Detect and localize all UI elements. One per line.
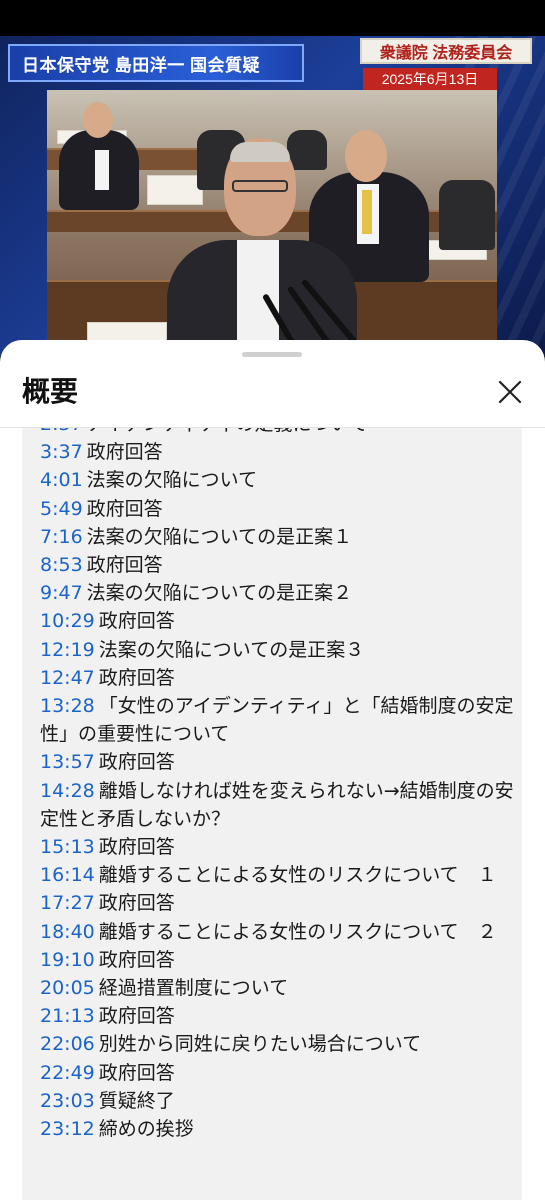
- speaker-shirt: [237, 240, 279, 350]
- speaker-hair: [230, 142, 290, 162]
- chapter-item: 23:03 質疑終了: [40, 1087, 516, 1115]
- chapter-title: 経過措置制度について: [98, 977, 289, 1000]
- chapter-item: 15:13 政府回答: [40, 833, 516, 861]
- chapter-title: 政府回答: [98, 892, 175, 915]
- chapter-item: 21:13 政府回答: [40, 1002, 516, 1030]
- chapter-item: 22:06 別姓から同姓に戻りたい場合について: [40, 1030, 516, 1058]
- chapter-title: 政府回答: [98, 751, 175, 774]
- chapter-title: 締めの挨拶: [98, 1118, 194, 1141]
- chapter-timestamp-link[interactable]: 9:47: [40, 582, 83, 604]
- chapter-timestamp-link[interactable]: 12:47: [40, 667, 95, 689]
- chapter-title: 政府回答: [98, 1005, 175, 1028]
- chapter-item: 19:10 政府回答: [40, 946, 516, 974]
- paper: [87, 322, 167, 342]
- status-bar: [0, 0, 545, 36]
- chapter-timestamp-link[interactable]: 15:13: [40, 836, 95, 858]
- chapter-item: 20:05 経過措置制度について: [40, 974, 516, 1002]
- video-player[interactable]: 日本保守党 島田洋一 国会質疑 衆議院 法務委員会 2025年6月13日: [0, 36, 545, 356]
- chapter-item: 7:16 法案の欠陥についての是正案１: [40, 523, 516, 551]
- chapter-title: 政府回答: [86, 554, 163, 577]
- chapter-timestamp-link[interactable]: 21:13: [40, 1005, 95, 1027]
- chapter-title: 政府回答: [98, 666, 175, 689]
- chair: [287, 130, 327, 170]
- chapter-title: 法案の欠陥についての是正案３: [98, 638, 365, 661]
- chapter-timestamp-link[interactable]: 20:05: [40, 977, 95, 999]
- chapter-title: 「女性のアイデンティティ」と「結婚制度の安定性」の重要性について: [40, 695, 514, 746]
- drag-handle[interactable]: [242, 352, 302, 357]
- chapter-timestamp-link[interactable]: 22:49: [40, 1062, 95, 1084]
- chapter-timestamp-link[interactable]: 17:27: [40, 892, 95, 914]
- close-icon: [498, 380, 522, 404]
- chapter-timestamp-link[interactable]: 12:19: [40, 639, 95, 661]
- chapter-timestamp-link[interactable]: 4:01: [40, 469, 83, 491]
- chapter-timestamp-link[interactable]: 16:14: [40, 864, 95, 886]
- chapter-title: 政府回答: [98, 836, 175, 859]
- chapter-item: 18:40 離婚することによる女性のリスクについて ２: [40, 918, 516, 946]
- broadcast-date: 2025年6月13日: [381, 71, 479, 87]
- chapter-timestamp-link[interactable]: 5:49: [40, 498, 83, 520]
- chapter-item: 13:28 「女性のアイデンティティ」と「結婚制度の安定性」の重要性について: [40, 692, 516, 748]
- chapter-item: 16:14 離婚することによる女性のリスクについて １: [40, 861, 516, 889]
- chapter-timestamp-link[interactable]: 8:53: [40, 554, 83, 576]
- chapter-timestamp-link[interactable]: 22:06: [40, 1033, 95, 1055]
- video-title: 日本保守党 島田洋一 国会質疑: [22, 55, 260, 75]
- shirt: [95, 150, 109, 190]
- laptop: [147, 175, 203, 205]
- chapter-item: 5:49 政府回答: [40, 495, 516, 523]
- chapter-item: 3:37 政府回答: [40, 438, 516, 466]
- chapter-timestamp-link[interactable]: 2:37: [40, 428, 83, 435]
- chapter-title: 政府回答: [98, 610, 175, 633]
- chapter-title: 別姓から同姓に戻りたい場合について: [98, 1033, 422, 1056]
- chapter-timestamp-link[interactable]: 13:57: [40, 751, 95, 773]
- tie: [362, 190, 372, 234]
- chapter-title: 離婚しなければ姓を変えられない→結婚制度の安定性と矛盾しないか？: [40, 779, 514, 830]
- chapter-timestamp-link[interactable]: 14:28: [40, 780, 95, 802]
- chapter-item: 14:28 離婚しなければ姓を変えられない→結婚制度の安定性と矛盾しないか？: [40, 777, 516, 833]
- chapter-item: 17:27 政府回答: [40, 889, 516, 917]
- chapter-timestamp-link[interactable]: 10:29: [40, 610, 95, 632]
- chapter-item: 13:57 政府回答: [40, 748, 516, 776]
- chapter-item: 4:01 法案の欠陥について: [40, 466, 516, 494]
- video-frame: [47, 90, 497, 356]
- description-box: 2:37アイデンティティの定義について3:37政府回答4:01法案の欠陥について…: [22, 428, 522, 1200]
- chapter-item: 23:12 締めの挨拶: [40, 1115, 516, 1143]
- committee-name: 衆議院 法務委員会: [379, 45, 513, 62]
- chapter-title: 離婚することによる女性のリスクについて １: [98, 864, 497, 887]
- sheet-title: 概要: [22, 376, 79, 407]
- chapter-title: 法案の欠陥について: [86, 469, 258, 492]
- face: [345, 130, 387, 182]
- chapter-timestamp-link[interactable]: 3:37: [40, 441, 83, 463]
- date-badge: 2025年6月13日: [363, 68, 497, 90]
- chapter-item: 9:47 法案の欠陥についての是正案２: [40, 579, 516, 607]
- chapter-timestamp-link[interactable]: 23:03: [40, 1090, 95, 1112]
- chapter-title: 政府回答: [86, 441, 163, 464]
- chapter-item: 12:47 政府回答: [40, 664, 516, 692]
- chapter-title: 質疑終了: [98, 1089, 175, 1112]
- committee-badge: 衆議院 法務委員会: [360, 38, 532, 64]
- chapter-item: 2:37 アイデンティティの定義について: [40, 428, 516, 438]
- chapter-title: 政府回答: [86, 497, 163, 520]
- chapter-timestamp-link[interactable]: 23:12: [40, 1118, 95, 1140]
- chapter-item: 12:19 法案の欠陥についての是正案３: [40, 636, 516, 664]
- chapter-timestamp-link[interactable]: 18:40: [40, 921, 95, 943]
- chapter-title: 政府回答: [98, 1061, 175, 1084]
- chapter-timestamp-link[interactable]: 19:10: [40, 949, 95, 971]
- chapter-title: 法案の欠陥についての是正案１: [86, 525, 353, 548]
- close-button[interactable]: [492, 374, 528, 410]
- chapter-timestamp-link[interactable]: 13:28: [40, 695, 95, 717]
- chapter-item: 22:49 政府回答: [40, 1059, 516, 1087]
- chapter-item: 8:53 政府回答: [40, 551, 516, 579]
- video-title-banner: 日本保守党 島田洋一 国会質疑: [8, 44, 304, 82]
- chapter-list: 2:37アイデンティティの定義について3:37政府回答4:01法案の欠陥について…: [40, 428, 516, 1143]
- chapter-title: アイデンティティの定義について: [87, 428, 368, 435]
- face: [83, 102, 113, 138]
- chapter-title: 政府回答: [98, 948, 175, 971]
- glasses: [232, 180, 288, 192]
- chapter-title: 離婚することによる女性のリスクについて ２: [98, 920, 497, 943]
- chapter-item: 10:29 政府回答: [40, 607, 516, 635]
- description-sheet: 概要 2:37アイデンティティの定義について3:37政府回答4:01法案の欠陥に…: [0, 340, 545, 1200]
- chapter-timestamp-link[interactable]: 7:16: [40, 526, 83, 548]
- chair: [439, 180, 495, 250]
- chapter-title: 法案の欠陥についての是正案２: [86, 582, 353, 605]
